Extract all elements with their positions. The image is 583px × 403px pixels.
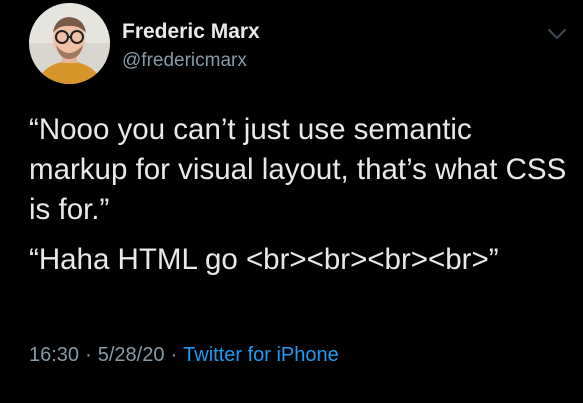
display-name[interactable]: Frederic Marx [122,20,260,44]
tweet-meta: 16:30 · 5/28/20 · Twitter for iPhone [29,344,339,367]
tweet-text: “Nooo you can’t just use semantic markup… [29,110,569,280]
tweet-paragraph: “Nooo you can’t just use semantic markup… [29,113,567,226]
chevron-down-icon[interactable] [546,26,568,42]
separator: · [85,344,92,366]
avatar[interactable] [29,3,110,84]
user-handle[interactable]: @fredericmarx [122,50,247,72]
separator: · [170,344,178,366]
tweet-date[interactable]: 5/28/20 [98,344,165,366]
tweet-paragraph: “Haha HTML go <br><br><br><br>” [29,243,499,276]
avatar-image [29,3,110,84]
tweet-time[interactable]: 16:30 [29,344,79,366]
tweet-source-link[interactable]: Twitter for iPhone [183,344,339,366]
tweet-card: Frederic Marx @fredericmarx “Nooo you ca… [0,0,583,403]
